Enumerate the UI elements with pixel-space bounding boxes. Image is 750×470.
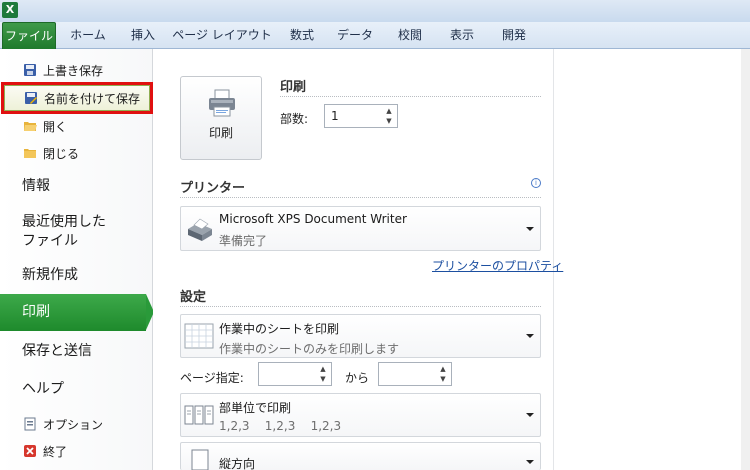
tab-data[interactable]: データ xyxy=(330,22,380,49)
save-command[interactable]: 上書き保存 xyxy=(4,57,150,83)
title-bar: X xyxy=(0,0,750,22)
tab-insert[interactable]: 挿入 xyxy=(120,22,166,49)
orientation-dropdown[interactable]: 縦方向 xyxy=(180,442,541,470)
printer-status: 準備完了 xyxy=(219,234,268,248)
info-icon[interactable]: i xyxy=(531,178,541,188)
printer-device-icon xyxy=(184,215,214,246)
save-label: 上書き保存 xyxy=(43,63,104,78)
chevron-down-icon xyxy=(526,460,534,464)
nav-print[interactable]: 印刷 xyxy=(0,294,154,331)
copies-value: 1 xyxy=(331,109,339,123)
settings-divider xyxy=(180,306,541,307)
chevron-down-icon xyxy=(526,334,534,338)
tab-formulas[interactable]: 数式 xyxy=(280,22,324,49)
options-command[interactable]: オプション xyxy=(4,411,150,437)
printer-icon xyxy=(206,87,238,122)
save-icon xyxy=(22,62,38,78)
portrait-page-icon xyxy=(191,449,209,470)
nav-recent-files[interactable]: 最近使用した ファイル xyxy=(0,213,153,251)
print-button[interactable]: 印刷 xyxy=(180,76,262,160)
sheet-icon xyxy=(184,323,214,352)
collate-main: 部単位で印刷 xyxy=(219,401,292,415)
preview-pane xyxy=(553,49,750,470)
open-command[interactable]: 開く xyxy=(4,113,150,139)
print-divider xyxy=(280,96,541,97)
tab-page-layout[interactable]: ページ レイアウト xyxy=(172,22,272,49)
options-icon xyxy=(22,416,38,432)
pages-from-stepper[interactable]: ▲ ▼ xyxy=(258,362,332,386)
excel-icon[interactable]: X xyxy=(2,2,18,18)
tab-review[interactable]: 校閲 xyxy=(388,22,432,49)
printer-dropdown[interactable]: Microsoft XPS Document Writer 準備完了 xyxy=(180,206,541,251)
print-scope-dropdown[interactable]: 作業中のシートを印刷 作業中のシートのみを印刷します xyxy=(180,314,541,358)
vertical-scrollbar[interactable] xyxy=(741,49,750,470)
orientation-main: 縦方向 xyxy=(219,457,256,470)
options-label: オプション xyxy=(43,417,104,432)
nav-print-label: 印刷 xyxy=(22,304,50,320)
printer-section-title: プリンター xyxy=(180,181,246,196)
save-as-label: 名前を付けて保存 xyxy=(44,91,141,106)
print-scope-sub: 作業中のシートのみを印刷します xyxy=(219,342,400,356)
pages-to-stepper[interactable]: ▲ ▼ xyxy=(378,362,452,386)
close-folder-icon xyxy=(22,145,38,161)
chevron-down-icon xyxy=(526,227,534,231)
nav-help[interactable]: ヘルプ xyxy=(0,380,153,399)
printer-divider xyxy=(180,197,541,198)
settings-section-title: 設定 xyxy=(180,290,207,305)
pages-from-spin-arrows[interactable]: ▲ ▼ xyxy=(317,364,329,384)
open-label: 開く xyxy=(43,119,68,134)
close-command[interactable]: 閉じる xyxy=(4,140,150,166)
collate-dropdown[interactable]: 部単位で印刷 1,2,3 1,2,3 1,2,3 xyxy=(180,393,541,437)
backstage-nav: 上書き保存 名前を付けて保存 開く 閉じる 情報 最近使用した ファイル 新規作… xyxy=(0,49,154,470)
save-as-icon xyxy=(23,90,39,106)
tab-view[interactable]: 表示 xyxy=(440,22,484,49)
printer-name: Microsoft XPS Document Writer xyxy=(219,212,407,226)
nav-new[interactable]: 新規作成 xyxy=(0,266,153,285)
tab-developer[interactable]: 開発 xyxy=(492,22,536,49)
copies-label: 部数: xyxy=(280,112,309,126)
print-section-title: 印刷 xyxy=(280,80,307,95)
open-folder-icon xyxy=(22,118,38,134)
pages-to-spin-arrows[interactable]: ▲ ▼ xyxy=(437,364,449,384)
ribbon-tabs: ファイル ホーム 挿入 ページ レイアウト 数式 データ 校閲 表示 開発 xyxy=(0,22,750,49)
printer-properties-link[interactable]: プリンターのプロパティ xyxy=(432,257,563,274)
close-label: 閉じる xyxy=(43,146,80,161)
chevron-down-icon xyxy=(526,413,534,417)
collate-sub: 1,2,3 1,2,3 1,2,3 xyxy=(219,419,342,433)
print-button-label: 印刷 xyxy=(208,126,233,140)
collate-icon xyxy=(184,402,214,431)
save-as-command[interactable]: 名前を付けて保存 xyxy=(1,82,153,114)
exit-command[interactable]: 終了 xyxy=(4,438,150,464)
exit-icon xyxy=(22,443,38,459)
copies-spin-arrows[interactable]: ▲ ▼ xyxy=(383,106,395,126)
pages-label: ページ指定: xyxy=(180,371,244,385)
print-scope-main: 作業中のシートを印刷 xyxy=(219,322,340,336)
exit-label: 終了 xyxy=(43,444,68,459)
copies-stepper[interactable]: 1 ▲ ▼ xyxy=(324,104,398,128)
tab-home[interactable]: ホーム xyxy=(62,22,114,49)
nav-save-send[interactable]: 保存と送信 xyxy=(0,342,153,361)
pages-to-label: から xyxy=(345,371,370,385)
nav-info[interactable]: 情報 xyxy=(0,177,153,196)
tab-file[interactable]: ファイル xyxy=(2,22,56,49)
